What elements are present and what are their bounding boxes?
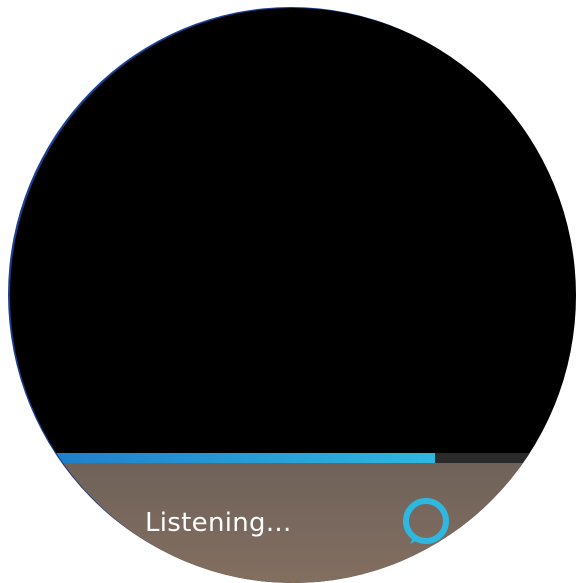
alexa-ring-icon[interactable]	[400, 495, 452, 547]
listening-progress-bar	[10, 453, 576, 463]
listening-progress-fill	[10, 453, 435, 463]
watch-screen: Listening...	[10, 8, 576, 583]
listening-status-label: Listening...	[145, 508, 292, 538]
assistant-status-bar: Listening...	[10, 463, 576, 583]
